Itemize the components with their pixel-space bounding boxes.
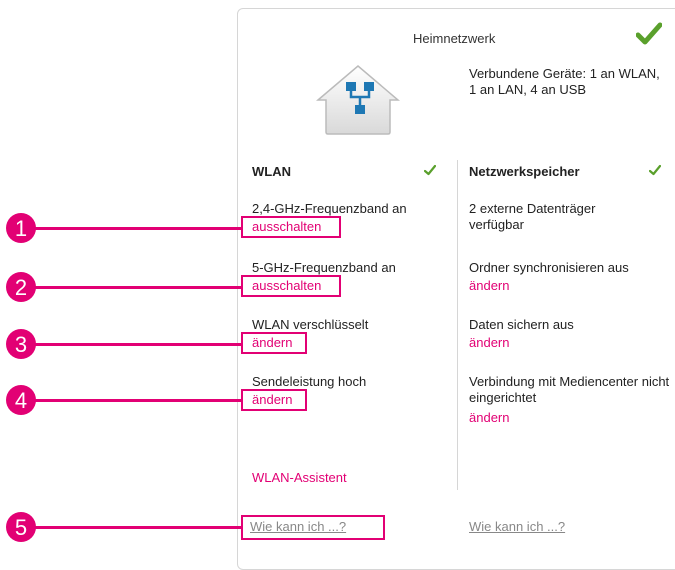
- nas-check-icon: [649, 164, 661, 176]
- nas-mediacenter-status: Verbindung mit Mediencenter nicht einger…: [469, 374, 670, 405]
- nas-title: Netzwerkspeicher: [469, 164, 580, 179]
- callout-badge-3: 3: [6, 329, 36, 359]
- wlan-encryption-status: WLAN verschlüsselt: [252, 317, 369, 332]
- callout-line-3: [28, 343, 242, 346]
- panel-title: Heimnetzwerk: [413, 31, 496, 46]
- connected-devices-text: Verbundene Geräte: 1 an WLAN, 1 an LAN, …: [469, 66, 660, 97]
- wlan-power-status: Sendeleistung hoch: [252, 374, 367, 389]
- nas-mediacenter-change-link[interactable]: ändern: [469, 410, 509, 426]
- check-icon: [636, 22, 662, 45]
- nas-sync-status: Ordner synchronisieren aus: [469, 260, 629, 275]
- callout-badge-1: 1: [6, 213, 36, 243]
- callout-badge-5: 5: [6, 512, 36, 542]
- column-divider: [457, 160, 458, 490]
- callout-line-5: [28, 526, 242, 529]
- highlight-box-2: [241, 275, 341, 297]
- nas-storage-status: 2 externe Datenträger verfügbar: [469, 201, 596, 232]
- wlan-5ghz-status: 5-GHz-Frequenzband an: [252, 260, 396, 275]
- wlan-assistant-link[interactable]: WLAN-Assistent: [252, 470, 347, 486]
- highlight-box-5: [241, 515, 385, 540]
- nas-backup-status: Daten sichern aus: [469, 317, 574, 332]
- highlight-box-4: [241, 389, 307, 411]
- highlight-box-3: [241, 332, 307, 354]
- wlan-check-icon: [424, 164, 436, 176]
- callout-badge-4: 4: [6, 385, 36, 415]
- nas-help-link[interactable]: Wie kann ich ...?: [469, 519, 565, 535]
- highlight-box-1: [241, 216, 341, 238]
- callout-line-4: [28, 399, 242, 402]
- callout-line-1: [28, 227, 242, 230]
- network-house-icon: [316, 65, 400, 135]
- callout-badge-2: 2: [6, 272, 36, 302]
- wlan-title: WLAN: [252, 164, 291, 179]
- wlan-24ghz-status: 2,4-GHz-Frequenzband an: [252, 201, 407, 216]
- callout-line-2: [28, 286, 242, 289]
- nas-backup-change-link[interactable]: ändern: [469, 335, 509, 351]
- nas-sync-change-link[interactable]: ändern: [469, 278, 509, 294]
